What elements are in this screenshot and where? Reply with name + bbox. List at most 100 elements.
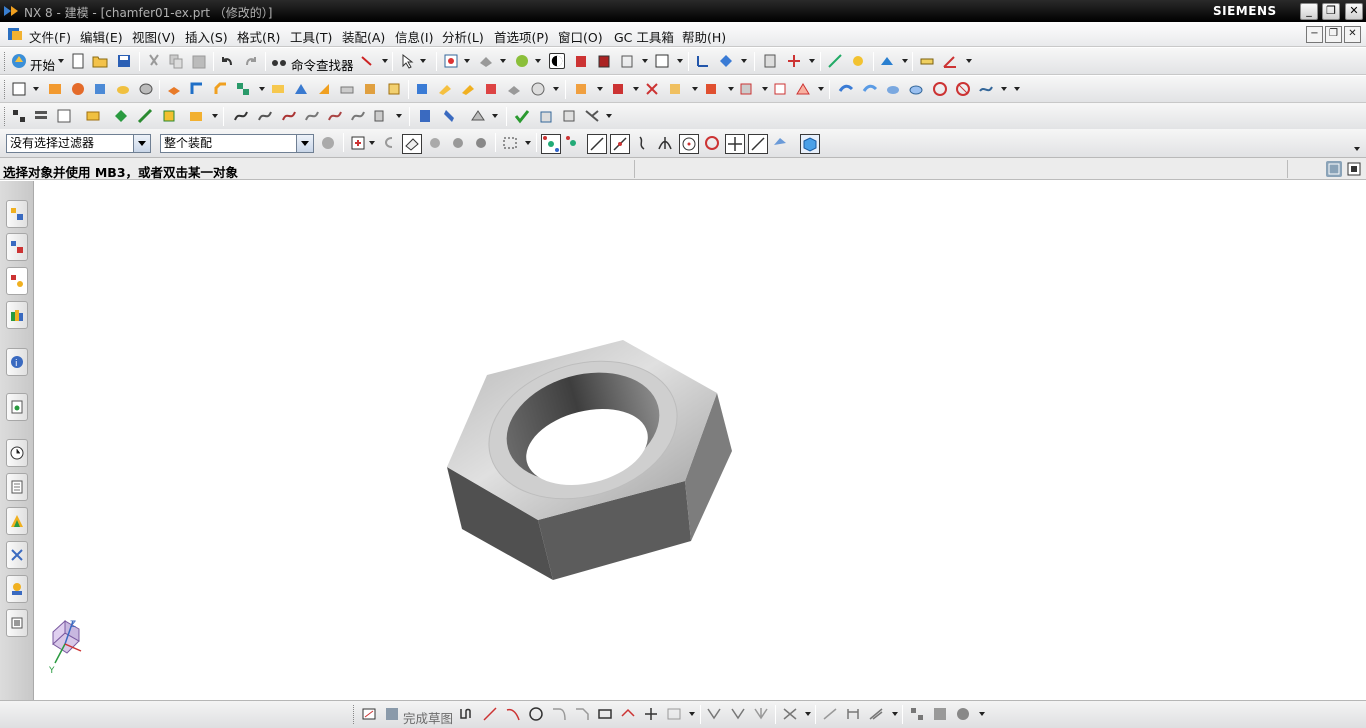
doc-minimize-button[interactable]: − xyxy=(1306,26,1323,43)
through-curves-icon[interactable] xyxy=(483,81,499,97)
general-selection-filter-icon[interactable] xyxy=(320,135,336,151)
start-icon[interactable] xyxy=(11,53,27,69)
feature-selection-dropdown-icon[interactable] xyxy=(369,141,375,145)
fillet-surface-icon[interactable] xyxy=(932,81,948,97)
transform-icon[interactable] xyxy=(137,108,153,124)
point-icon[interactable] xyxy=(643,706,659,722)
control-point-icon[interactable] xyxy=(634,135,650,151)
replace-dropdown-icon[interactable] xyxy=(692,87,698,91)
background-dropdown-icon[interactable] xyxy=(677,59,683,63)
menu-file[interactable]: 文件(F) xyxy=(29,27,71,46)
menu-format[interactable]: 格式(R) xyxy=(237,27,280,46)
wcs-icon[interactable] xyxy=(695,53,711,69)
chamfer-icon[interactable] xyxy=(213,81,229,97)
arc-center-toggle[interactable] xyxy=(679,134,699,154)
menu-insert[interactable]: 插入(S) xyxy=(185,27,228,46)
block-icon[interactable] xyxy=(92,81,108,97)
selection-method-dropdown-icon[interactable] xyxy=(525,141,531,145)
constraints-dropdown-icon[interactable] xyxy=(805,712,811,716)
curve-bridge-icon[interactable] xyxy=(281,108,297,124)
trim-sheet-icon[interactable] xyxy=(955,81,971,97)
measure-distance-icon[interactable] xyxy=(919,53,935,69)
draft-icon[interactable] xyxy=(293,81,309,97)
menu-edit[interactable]: 编辑(E) xyxy=(80,27,123,46)
geometric-constraint-icon[interactable] xyxy=(845,706,861,722)
toolbar-grip[interactable] xyxy=(4,107,7,126)
thicken-icon[interactable] xyxy=(386,81,402,97)
start-dropdown-icon[interactable] xyxy=(58,59,64,63)
offset-face-icon[interactable] xyxy=(339,81,355,97)
replace-face-icon[interactable] xyxy=(667,81,683,97)
app-menu-icon[interactable] xyxy=(7,26,23,42)
sync-dropdown-icon[interactable] xyxy=(597,87,603,91)
sync-move-face-icon[interactable] xyxy=(573,81,589,97)
pull-dropdown-icon[interactable] xyxy=(633,87,639,91)
sel-gear2-icon[interactable] xyxy=(450,135,466,151)
sketch-settings-icon[interactable] xyxy=(955,706,971,722)
undo-icon[interactable] xyxy=(219,53,235,69)
full-screen-icon[interactable] xyxy=(1326,161,1342,177)
blend-dropdown-icon[interactable] xyxy=(728,87,734,91)
doc-close-button[interactable]: ✕ xyxy=(1344,26,1361,43)
menu-analysis[interactable]: 分析(L) xyxy=(442,27,484,46)
binoculars-icon[interactable] xyxy=(271,53,287,69)
menu-tools[interactable]: 工具(T) xyxy=(290,27,332,46)
pattern-dropdown-icon[interactable] xyxy=(259,87,265,91)
shell-dropdown-icon[interactable] xyxy=(818,87,824,91)
pmi-icon[interactable] xyxy=(850,53,866,69)
part-navigator-tab[interactable] xyxy=(6,267,28,295)
doc-restore-button[interactable]: ❐ xyxy=(1325,26,1342,43)
sketch-icon[interactable] xyxy=(11,81,27,97)
measure-dropdown-icon[interactable] xyxy=(966,59,972,63)
curve-project-icon[interactable] xyxy=(327,108,343,124)
hex-nut-model[interactable]: Z Y xyxy=(35,181,1366,700)
display-dropdown-icon[interactable] xyxy=(642,59,648,63)
layer-stack-icon[interactable] xyxy=(33,108,49,124)
info-list-icon[interactable] xyxy=(417,108,433,124)
paste-icon[interactable] xyxy=(191,53,207,69)
curve-dropdown-icon[interactable] xyxy=(396,114,402,118)
menu-window[interactable]: 窗口(O) xyxy=(558,27,603,46)
constraint-navigator-tab[interactable] xyxy=(6,233,28,261)
swept-icon[interactable] xyxy=(506,81,522,97)
minimize-button[interactable]: _ xyxy=(1300,3,1318,20)
sweep-dropdown-icon[interactable] xyxy=(553,87,559,91)
cut-icon[interactable] xyxy=(146,53,162,69)
view-triad-toggle[interactable] xyxy=(800,134,820,154)
copy-icon[interactable] xyxy=(168,53,184,69)
fit-dropdown-icon[interactable] xyxy=(464,59,470,63)
open-icon[interactable] xyxy=(92,53,108,69)
coplanar-dropdown-icon[interactable] xyxy=(762,87,768,91)
edge-blend-icon[interactable] xyxy=(189,81,205,97)
pull-face-icon[interactable] xyxy=(610,81,626,97)
make-corner-icon[interactable] xyxy=(753,706,769,722)
existing-point-toggle[interactable] xyxy=(725,134,745,154)
revolve-icon[interactable] xyxy=(70,81,86,97)
sel-gear-icon[interactable] xyxy=(427,135,443,151)
menu-preferences[interactable]: 首选项(P) xyxy=(494,27,549,46)
chevron-down-icon[interactable] xyxy=(296,135,313,152)
assembly-navigator-tab[interactable] xyxy=(6,200,28,228)
start-button[interactable]: 开始 xyxy=(30,55,55,74)
curve-analysis-icon[interactable] xyxy=(978,81,994,97)
close-button[interactable]: ✕ xyxy=(1345,3,1363,20)
inspect-icon[interactable] xyxy=(584,108,600,124)
menu-gc-toolkits[interactable]: GC 工具箱 xyxy=(614,27,674,46)
fit-view-icon[interactable] xyxy=(443,53,459,69)
orient-view-icon[interactable] xyxy=(478,53,494,69)
edit-object-display-icon[interactable] xyxy=(470,108,486,124)
wcs-dropdown-icon[interactable] xyxy=(741,59,747,63)
shell-icon[interactable] xyxy=(316,81,332,97)
finish-sketch-icon[interactable] xyxy=(384,706,400,722)
circle-icon[interactable] xyxy=(528,706,544,722)
end-point-toggle[interactable] xyxy=(587,134,607,154)
wireframe-icon[interactable] xyxy=(619,53,635,69)
window-toggle-icon[interactable] xyxy=(1346,161,1362,177)
profile-icon[interactable] xyxy=(458,706,474,722)
redo-icon[interactable] xyxy=(243,53,259,69)
group-dropdown-icon[interactable] xyxy=(212,114,218,118)
delete-face-icon[interactable] xyxy=(644,81,660,97)
scale-body-icon[interactable] xyxy=(362,81,378,97)
feature-selection-icon[interactable] xyxy=(350,135,366,151)
quick-trim-icon[interactable] xyxy=(706,706,722,722)
